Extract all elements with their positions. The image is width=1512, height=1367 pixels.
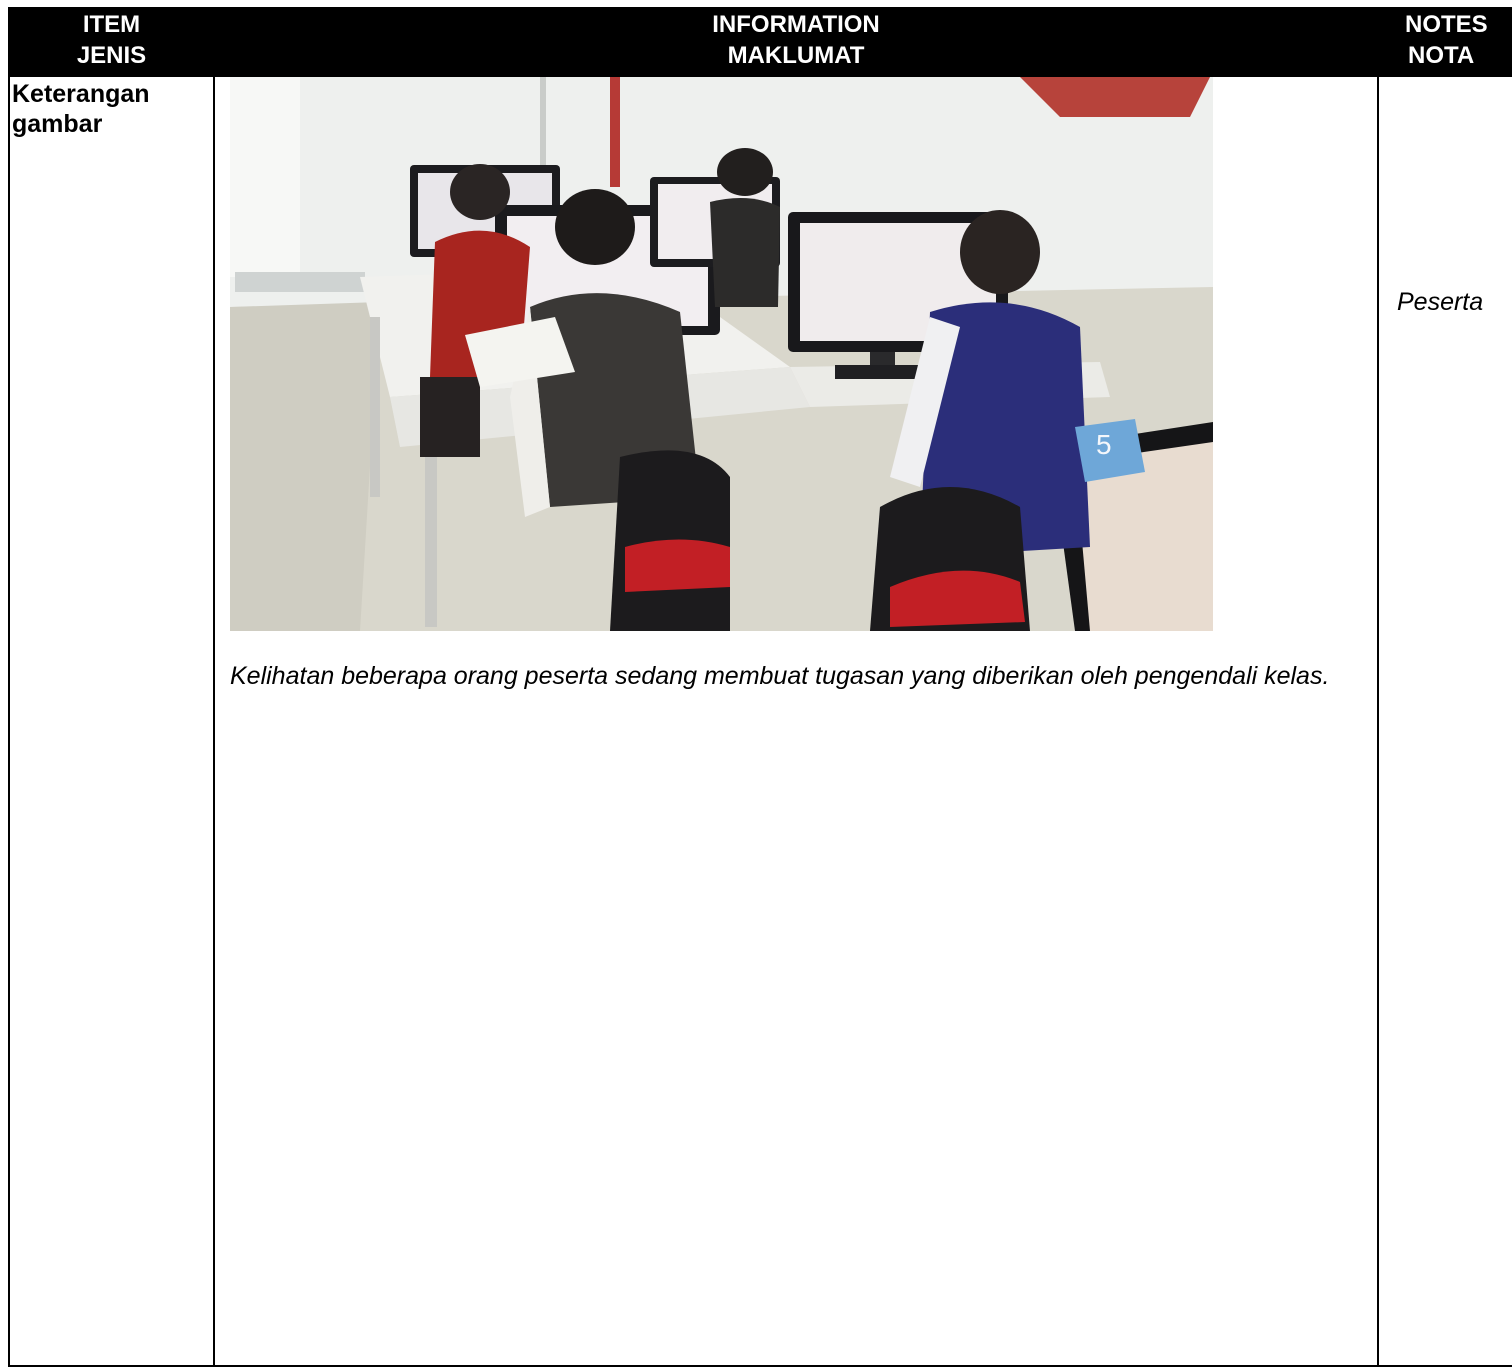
header-info-ms: MAKLUMAT [727, 42, 865, 69]
header-item: ITEM JENIS [8, 7, 215, 77]
item-label-line1: Keterangan [12, 80, 150, 108]
notes-text: Peserta [1397, 288, 1484, 316]
photo-number-label: 5 [1096, 429, 1112, 460]
notes-cell: Peserta [1377, 75, 1512, 1367]
header-item-ms: JENIS [76, 42, 147, 69]
photo-caption: Kelihatan beberapa orang peserta sedang … [230, 662, 1330, 690]
header-item-en: ITEM [82, 11, 141, 38]
info-table: ITEM JENIS INFORMATION MAKLUMAT NOTES NO… [8, 7, 1512, 1367]
classroom-photo: 5 [230, 77, 1213, 631]
header-info-en: INFORMATION [712, 11, 880, 38]
table-header-row: ITEM JENIS INFORMATION MAKLUMAT NOTES NO… [8, 7, 1512, 77]
document-page: ITEM JENIS INFORMATION MAKLUMAT NOTES NO… [8, 7, 1512, 1367]
header-notes: NOTES NOTA [1377, 7, 1512, 77]
item-label-line2: gambar [12, 110, 103, 138]
item-cell: Keterangan gambar [8, 75, 215, 1367]
table-row: Keterangan gambar 5 Kelihatan beberapa o… [8, 75, 1512, 1367]
header-notes-ms: NOTA [1408, 42, 1475, 69]
information-cell: 5 Kelihatan beberapa orang peserta sedan… [213, 75, 1379, 1367]
header-information: INFORMATION MAKLUMAT [213, 7, 1379, 77]
header-notes-en: NOTES [1405, 11, 1488, 38]
